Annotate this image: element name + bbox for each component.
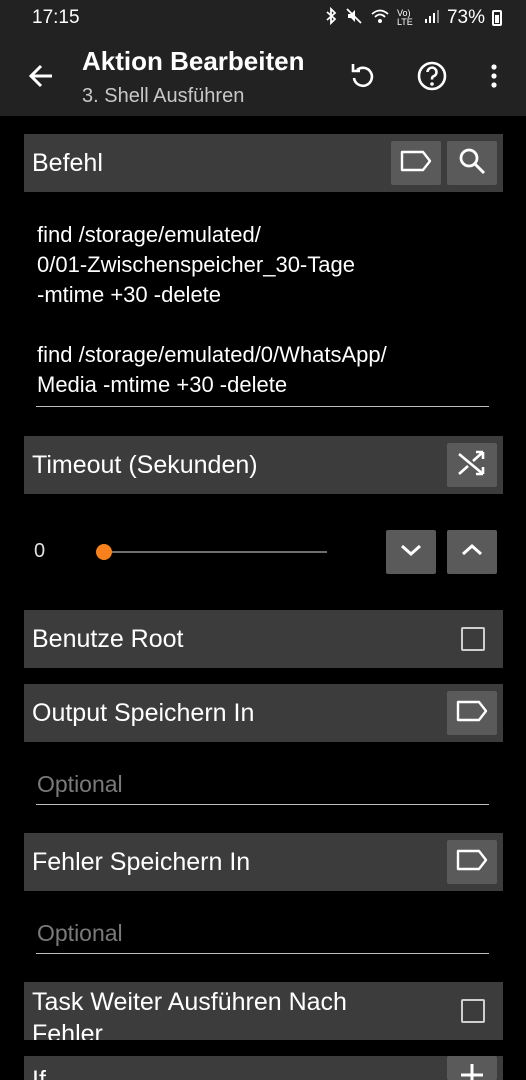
continue-checkbox[interactable] [461, 999, 485, 1023]
timeout-decrease-button[interactable] [386, 530, 436, 574]
continue-label: Task Weiter Ausführen Nach Fehler [32, 982, 461, 1040]
continue-row[interactable]: Task Weiter Ausführen Nach Fehler [24, 982, 503, 1040]
output-underline [36, 804, 489, 805]
label-tag-icon [399, 149, 433, 178]
plus-icon [460, 1062, 484, 1080]
search-icon [457, 146, 487, 181]
network-label: Vo) LTE [396, 8, 413, 27]
signal-icon [424, 8, 440, 28]
output-variable-button[interactable] [447, 691, 497, 735]
chevron-down-icon [398, 541, 424, 564]
page-subtitle: 3. Shell Ausführen [82, 85, 245, 107]
command-line: Media -mtime +30 -delete [37, 372, 288, 397]
help-icon[interactable] [414, 58, 450, 94]
root-label: Benutze Root [32, 624, 184, 653]
label-tag-icon [455, 848, 489, 877]
mute-icon [345, 7, 363, 29]
command-line: find /storage/emulated/0/WhatsApp/ [37, 342, 387, 367]
timeout-increase-button[interactable] [447, 530, 497, 574]
timeout-label: Timeout (Sekunden) [32, 450, 258, 479]
timeout-random-button[interactable] [447, 443, 497, 487]
if-label: If [32, 1066, 46, 1080]
output-header: Output Speichern In [24, 684, 503, 742]
command-line: find /storage/emulated/ [37, 222, 261, 247]
fehler-label: Fehler Speichern In [32, 847, 251, 876]
back-arrow-icon[interactable] [22, 56, 62, 96]
befehl-search-button[interactable] [447, 141, 497, 185]
command-line: -mtime +30 -delete [37, 282, 222, 307]
bluetooth-icon [324, 6, 338, 29]
continue-label-line: Task Weiter Ausführen Nach [32, 988, 347, 1016]
timeout-slider-track[interactable] [104, 551, 327, 553]
fehler-variable-button[interactable] [447, 840, 497, 884]
app-bar: Aktion Bearbeiten 3. Shell Ausführen [0, 36, 526, 116]
command-input[interactable]: find /storage/emulated/ 0/01-Zwischenspe… [37, 220, 489, 400]
wifi-icon [370, 8, 390, 28]
battery-icon [492, 10, 502, 26]
continue-label-line: Fehler [32, 1020, 103, 1040]
reset-icon[interactable] [344, 58, 380, 94]
fehler-header: Fehler Speichern In [24, 833, 503, 891]
more-vert-icon[interactable] [476, 58, 512, 94]
label-tag-icon [455, 699, 489, 728]
timeout-slider-thumb[interactable] [96, 544, 112, 560]
if-header: If [24, 1056, 503, 1080]
fehler-input[interactable]: Optional [37, 920, 123, 947]
timeout-header: Timeout (Sekunden) [24, 436, 503, 494]
status-time: 17:15 [32, 7, 80, 28]
befehl-label: Befehl [32, 148, 103, 177]
command-underline [36, 406, 489, 407]
befehl-variable-button[interactable] [391, 141, 441, 185]
command-line: 0/01-Zwischenspeicher_30-Tage [37, 252, 355, 277]
root-row[interactable]: Benutze Root [24, 610, 503, 668]
status-bar: 17:15 Vo) LTE 73% [0, 0, 526, 36]
fehler-underline [36, 953, 489, 954]
output-label: Output Speichern In [32, 698, 255, 727]
if-add-button[interactable] [447, 1056, 497, 1080]
root-checkbox[interactable] [461, 627, 485, 651]
shuffle-icon [456, 448, 488, 483]
battery-percent: 73% [446, 7, 485, 28]
output-input[interactable]: Optional [37, 771, 123, 798]
befehl-header: Befehl [24, 134, 503, 192]
chevron-up-icon [459, 541, 485, 564]
timeout-value: 0 [34, 540, 46, 562]
page-title: Aktion Bearbeiten [82, 46, 305, 76]
